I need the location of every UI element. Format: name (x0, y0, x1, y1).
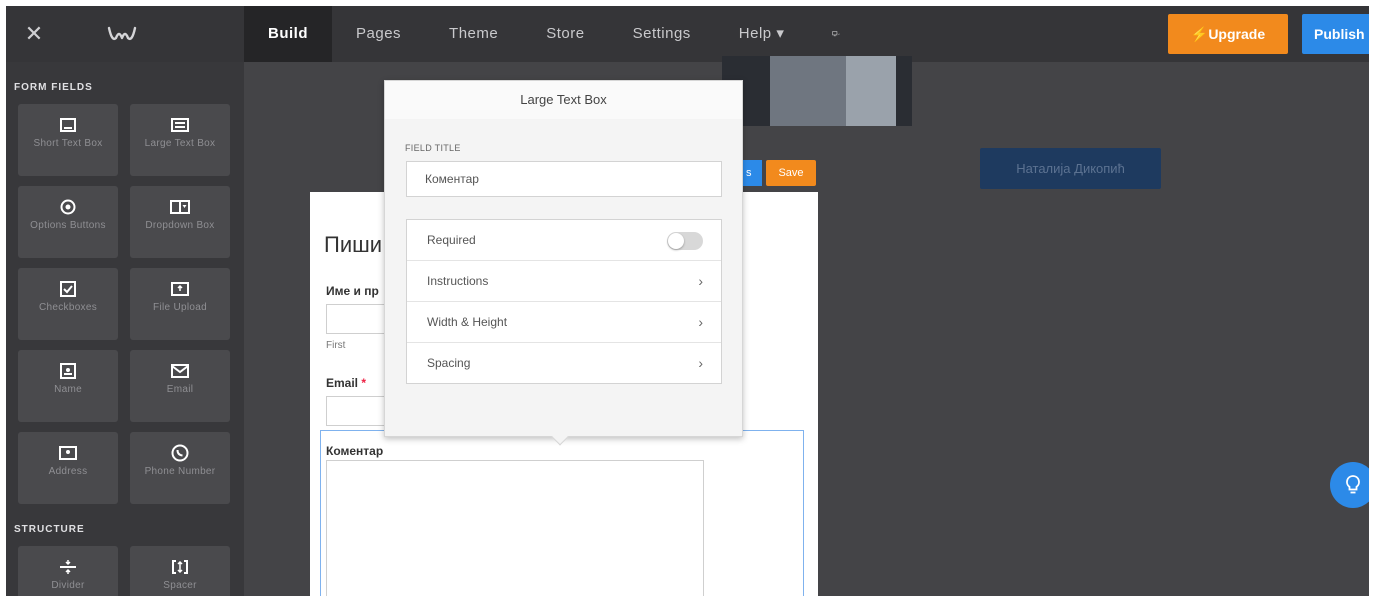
tile-large-text-box[interactable]: Large Text Box (130, 104, 230, 176)
option-row-spacing[interactable]: Spacing › (407, 343, 721, 384)
tile-name[interactable]: Name (18, 350, 118, 422)
upgrade-button[interactable]: ⚡Upgrade (1168, 14, 1288, 54)
form-heading[interactable]: Пиши (324, 232, 382, 258)
lightbulb-help-icon[interactable] (1330, 462, 1369, 508)
large-text-icon (130, 116, 230, 134)
tile-checkboxes[interactable]: Checkboxes (18, 268, 118, 340)
tile-email[interactable]: Email (130, 350, 230, 422)
dropdown-icon (130, 198, 230, 216)
device-preview-icon[interactable] (808, 6, 864, 62)
section-title-structure: STRUCTURE (14, 524, 85, 535)
photo-region (770, 56, 846, 126)
field-settings-popup: Large Text Box FIELD TITLE Коментар Requ… (384, 80, 743, 437)
option-row-required[interactable]: Required (407, 220, 721, 261)
section-title-form-fields: FORM FIELDS (14, 82, 93, 93)
nav-theme[interactable]: Theme (425, 6, 522, 62)
close-icon[interactable]: ✕ (20, 20, 48, 48)
header-photo[interactable] (722, 56, 912, 126)
tile-options-buttons[interactable]: Options Buttons (18, 186, 118, 258)
upload-icon (130, 280, 230, 298)
tile-spacer[interactable]: Spacer (130, 546, 230, 596)
tile-divider[interactable]: Divider (18, 546, 118, 596)
top-toolbar: ✕ Build Pages Theme Store Settings Help … (6, 6, 1369, 62)
nav-help[interactable]: Help ▾ (715, 6, 809, 62)
name-icon (18, 362, 118, 380)
field-title-input[interactable]: Коментар (406, 161, 722, 197)
lightning-icon: ⚡ (1190, 26, 1209, 42)
nav-settings[interactable]: Settings (609, 6, 715, 62)
nav-pages[interactable]: Pages (332, 6, 425, 62)
comment-textarea[interactable] (326, 460, 704, 596)
required-toggle[interactable] (667, 232, 703, 250)
comment-field-label: Коментар (326, 444, 384, 458)
main-nav: Build Pages Theme Store Settings Help ▾ (244, 6, 864, 62)
tile-file-upload[interactable]: File Upload (130, 268, 230, 340)
email-field-label: Email * (326, 376, 367, 390)
short-text-icon (18, 116, 118, 134)
nav-build[interactable]: Build (244, 6, 332, 62)
tile-dropdown-box[interactable]: Dropdown Box (130, 186, 230, 258)
nav-store[interactable]: Store (522, 6, 608, 62)
publish-button[interactable]: Publish (1302, 14, 1369, 54)
elements-sidebar: FORM FIELDS Short Text Box Large Text Bo… (6, 62, 244, 596)
save-button[interactable]: Save (766, 160, 816, 186)
tile-phone-number[interactable]: Phone Number (130, 432, 230, 504)
option-row-instructions[interactable]: Instructions › (407, 261, 721, 302)
name-field-label: Име и пр (326, 284, 379, 298)
toggle-knob (668, 233, 684, 249)
field-title-label: FIELD TITLE (405, 143, 461, 153)
address-icon (18, 444, 118, 462)
tile-address[interactable]: Address (18, 432, 118, 504)
element-toolbar-button[interactable]: s (742, 160, 762, 186)
spacer-icon (130, 558, 230, 576)
first-name-sublabel: First (326, 340, 346, 351)
checkbox-icon (18, 280, 118, 298)
chevron-right-icon: › (698, 314, 703, 330)
photo-region (846, 56, 896, 126)
divider-icon (18, 558, 118, 576)
phone-icon (130, 444, 230, 462)
envelope-icon (130, 362, 230, 380)
weebly-logo-icon[interactable] (106, 20, 138, 48)
radio-icon (18, 198, 118, 216)
field-options-list: Required Instructions › Width & Height ›… (406, 219, 722, 384)
chevron-right-icon: › (698, 273, 703, 289)
option-row-width-height[interactable]: Width & Height › (407, 302, 721, 343)
required-asterisk: * (361, 376, 367, 390)
popup-title: Large Text Box (385, 81, 742, 119)
editor-window: ✕ Build Pages Theme Store Settings Help … (6, 6, 1369, 596)
tile-short-text-box[interactable]: Short Text Box (18, 104, 118, 176)
chevron-right-icon: › (698, 355, 703, 371)
site-name-button[interactable]: Наталија Дикопић (980, 148, 1161, 189)
